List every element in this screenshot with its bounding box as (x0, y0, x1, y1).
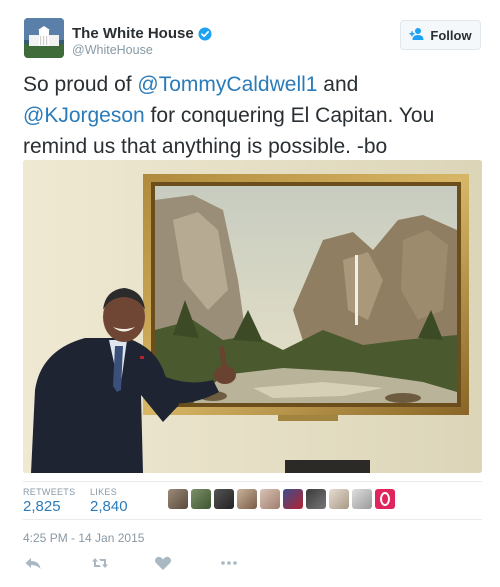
tweet-text-prefix: So proud of (23, 73, 138, 96)
reply-icon (24, 555, 42, 576)
reply-button[interactable] (22, 556, 44, 574)
more-button[interactable] (218, 556, 240, 574)
liker-avatar[interactable] (375, 489, 395, 509)
author-avatar[interactable] (24, 18, 64, 58)
verified-badge-icon (198, 27, 212, 41)
likes-stat[interactable]: LIKES 2,840 (90, 487, 128, 515)
heart-icon (154, 555, 172, 576)
likes-label: LIKES (90, 487, 118, 497)
retweet-icon (91, 555, 109, 576)
tweet-text-mid: and (317, 73, 359, 96)
liker-avatar[interactable] (191, 489, 211, 509)
add-user-icon (409, 27, 425, 44)
tweet-photo[interactable] (23, 160, 482, 473)
liker-avatar[interactable] (237, 489, 257, 509)
liker-avatar[interactable] (260, 489, 280, 509)
like-button[interactable] (152, 556, 174, 574)
tweet-text: So proud of @TommyCaldwell1 and @KJorges… (23, 69, 483, 162)
liker-avatar[interactable] (168, 489, 188, 509)
tweet-card: The White House @WhiteHouse Follow So pr… (0, 0, 500, 587)
tweet-timestamp[interactable]: 4:25 PM - 14 Jan 2015 (23, 531, 144, 545)
retweets-label: RETWEETS (23, 487, 76, 497)
mention-link-kjorgeson[interactable]: @KJorgeson (23, 104, 145, 127)
retweet-button[interactable] (89, 556, 111, 574)
author-name-text[interactable]: The White House (72, 25, 194, 42)
retweets-stat[interactable]: RETWEETS 2,825 (23, 487, 75, 515)
follow-button-label: Follow (430, 27, 472, 43)
likes-count[interactable]: 2,840 (90, 498, 128, 515)
author-handle[interactable]: @WhiteHouse (72, 43, 153, 57)
liker-avatar[interactable] (283, 489, 303, 509)
author-name[interactable]: The White House (72, 25, 212, 42)
liker-avatar[interactable] (329, 489, 349, 509)
follow-button[interactable]: Follow (400, 20, 481, 50)
retweets-count[interactable]: 2,825 (23, 498, 75, 515)
liker-avatar[interactable] (352, 489, 372, 509)
likers-avatars (168, 489, 395, 509)
stats-divider-top (23, 481, 482, 482)
liker-avatar[interactable] (214, 489, 234, 509)
mention-link-tommycaldwell[interactable]: @TommyCaldwell1 (137, 73, 317, 96)
liker-avatar[interactable] (306, 489, 326, 509)
stats-divider-bottom (23, 519, 482, 520)
more-icon (220, 555, 238, 576)
